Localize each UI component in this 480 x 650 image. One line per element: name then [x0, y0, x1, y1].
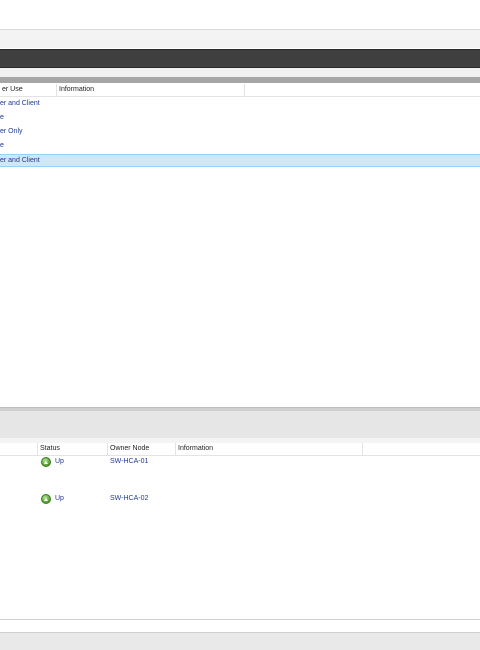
- table-row[interactable]: e: [0, 139, 480, 152]
- lower-table-header: Status Owner Node Information: [0, 443, 480, 456]
- status-bar: [0, 632, 480, 650]
- column-header-name[interactable]: [0, 443, 38, 455]
- cell-use: er and Client: [0, 157, 40, 164]
- cell-use: er Only: [0, 128, 23, 135]
- cell-use: e: [0, 114, 4, 121]
- owner-node-cell: SW-HCA-02: [110, 495, 149, 502]
- column-header-owner-node[interactable]: Owner Node: [108, 443, 176, 455]
- panel-gap: [0, 30, 480, 48]
- table-row-selected[interactable]: er and Client: [0, 154, 480, 167]
- status-up-icon: [41, 494, 51, 504]
- table-row[interactable]: e: [0, 111, 480, 124]
- cell-use: e: [0, 142, 4, 149]
- status-up-icon: [41, 457, 51, 467]
- bottom-pane: [0, 620, 480, 632]
- toolbar-area: [0, 0, 480, 29]
- cell-use: er and Client: [0, 100, 40, 107]
- cluster-manager-window: er Use Information er and Client e er On…: [0, 0, 480, 650]
- grid-toolbar: [0, 77, 480, 83]
- pane-strip: [0, 68, 480, 77]
- lower-pane-header: [0, 411, 480, 439]
- upper-table-header: er Use Information: [0, 84, 480, 97]
- column-header-use[interactable]: er Use: [0, 84, 57, 96]
- table-row[interactable]: er and Client: [0, 97, 480, 110]
- column-header-status[interactable]: Status: [38, 443, 108, 455]
- column-header-information[interactable]: Information: [57, 84, 245, 96]
- column-header-information[interactable]: Information: [176, 443, 363, 455]
- owner-node-cell: SW-HCA-01: [110, 458, 149, 465]
- status-text: Up: [55, 458, 64, 465]
- pane-title-bar: [0, 49, 480, 68]
- table-row[interactable]: er Only: [0, 125, 480, 138]
- status-text: Up: [55, 495, 64, 502]
